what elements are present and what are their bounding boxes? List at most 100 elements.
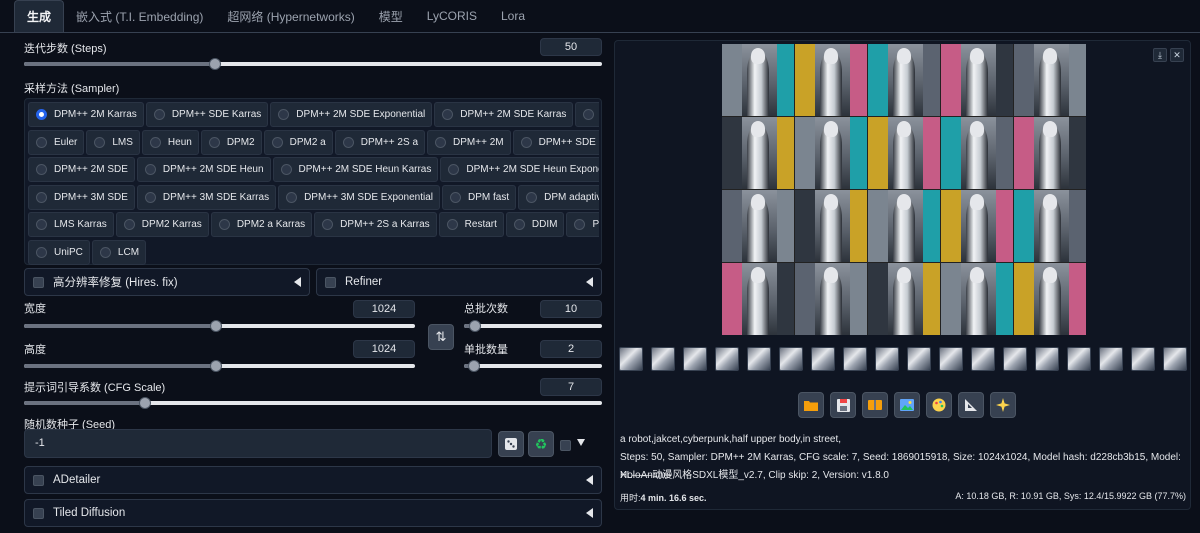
sampler-option[interactable]: DPM++ 2S a	[334, 129, 426, 155]
thumbnail[interactable]	[875, 347, 899, 371]
sampler-option[interactable]: DPM++ 2M SDE	[28, 157, 135, 182]
collapse-arrow-icon[interactable]	[586, 277, 593, 287]
batch-size-input[interactable]: 2	[540, 340, 602, 358]
sampler-option[interactable]: DPM adaptive	[518, 184, 599, 210]
tab-models[interactable]: 模型	[367, 0, 415, 32]
open-folder-button[interactable]	[798, 392, 824, 418]
hires-fix-accordion[interactable]: 高分辨率修复 (Hires. fix)	[24, 268, 310, 296]
thumbnail[interactable]	[1131, 347, 1155, 371]
output-image[interactable]	[722, 44, 794, 116]
sampler-option[interactable]: UniPC	[28, 239, 90, 265]
thumbnail[interactable]	[715, 347, 739, 371]
output-image[interactable]	[868, 117, 940, 189]
collapse-arrow-icon[interactable]	[586, 475, 593, 485]
refiner-checkbox[interactable]	[325, 276, 336, 288]
radio-dot[interactable]	[322, 219, 334, 230]
slider-handle[interactable]	[469, 320, 482, 332]
sampler-option[interactable]: PLMS	[566, 212, 599, 237]
sampler-option[interactable]: DPM++ 2S a Karras	[314, 212, 437, 237]
batch-size-slider[interactable]	[464, 360, 602, 372]
output-image[interactable]	[868, 44, 940, 116]
send-to-img2img-button[interactable]	[894, 392, 920, 418]
thumbnail[interactable]	[747, 347, 771, 371]
radio-dot[interactable]	[280, 164, 292, 175]
batch-count-input[interactable]: 10	[540, 300, 602, 318]
thumbnail[interactable]	[811, 347, 835, 371]
radio-dot[interactable]	[442, 109, 454, 120]
height-input[interactable]: 1024	[353, 340, 415, 358]
radio-dot[interactable]	[36, 109, 47, 120]
output-image[interactable]	[868, 263, 940, 335]
slider-handle[interactable]	[209, 320, 222, 332]
output-image[interactable]	[722, 263, 794, 335]
collapse-arrow-icon[interactable]	[294, 277, 301, 287]
tiled-diffusion-accordion[interactable]: Tiled Diffusion	[24, 499, 602, 527]
radio-dot[interactable]	[583, 109, 595, 120]
output-image[interactable]	[941, 263, 1013, 335]
download-button[interactable]: ⤓	[1153, 48, 1167, 62]
steps-input[interactable]: 50	[540, 38, 602, 56]
tab-generate[interactable]: 生成	[14, 0, 65, 32]
output-image[interactable]	[722, 117, 794, 189]
adetailer-accordion[interactable]: ADetailer	[24, 466, 602, 494]
tab-hypernetworks[interactable]: 超网络 (Hypernetworks)	[215, 0, 366, 32]
sampler-option[interactable]: DPM++ 2M SDE Karras	[434, 102, 574, 127]
slider-handle[interactable]	[209, 360, 222, 372]
close-button[interactable]: ✕	[1170, 48, 1184, 62]
cfg-input[interactable]: 7	[540, 378, 602, 396]
thumbnail[interactable]	[1163, 347, 1187, 371]
extra-seed-arrow-icon[interactable]	[577, 439, 585, 446]
radio-dot[interactable]	[218, 219, 230, 230]
tiled-diffusion-checkbox[interactable]	[33, 507, 44, 519]
tab-lycoris[interactable]: LyCORIS	[415, 0, 489, 32]
radio-dot[interactable]	[435, 136, 447, 148]
height-slider[interactable]	[24, 360, 415, 372]
radio-dot[interactable]	[574, 219, 586, 230]
radio-dot[interactable]	[144, 191, 156, 203]
thumbnail[interactable]	[651, 347, 675, 371]
sampler-option[interactable]: LMS	[86, 129, 140, 155]
zip-button[interactable]	[862, 392, 888, 418]
output-image[interactable]	[868, 190, 940, 262]
sampler-option[interactable]: LCM	[91, 239, 147, 265]
send-to-extras-button[interactable]	[958, 392, 984, 418]
seed-input[interactable]: -1	[24, 429, 492, 458]
sampler-option[interactable]: DPM2 a Karras	[210, 212, 313, 237]
sampler-option[interactable]: DPM2 Karras	[115, 212, 209, 237]
extra-seed-checkbox[interactable]	[560, 440, 571, 451]
thumbnail[interactable]	[971, 347, 995, 371]
reuse-seed-button[interactable]: ♻	[528, 431, 554, 457]
sampler-option[interactable]: DPM++ 2M	[427, 129, 511, 155]
thumbnail[interactable]	[907, 347, 931, 371]
radio-dot[interactable]	[342, 136, 354, 148]
output-image[interactable]	[1014, 263, 1086, 335]
thumbnail[interactable]	[843, 347, 867, 371]
refiner-accordion[interactable]: Refiner	[316, 268, 602, 296]
output-image[interactable]	[941, 117, 1013, 189]
sampler-option[interactable]: DPM++ 3M SDE	[28, 184, 135, 210]
radio-dot[interactable]	[123, 219, 135, 230]
sampler-option[interactable]: DPM++ 3M SDE Exponential	[278, 184, 441, 210]
output-image[interactable]	[795, 263, 867, 335]
thumbnail[interactable]	[619, 347, 643, 371]
radio-dot[interactable]	[144, 164, 156, 175]
radio-dot[interactable]	[513, 219, 525, 230]
output-image[interactable]	[795, 44, 867, 116]
radio-dot[interactable]	[36, 164, 47, 175]
tab-embedding[interactable]: 嵌入式 (T.I. Embedding)	[64, 0, 215, 32]
sampler-option[interactable]: DPM2	[200, 129, 262, 155]
output-image-grid[interactable]	[722, 44, 1086, 335]
radio-dot[interactable]	[149, 136, 161, 148]
sampler-option[interactable]: DPM++ 2M SDE Heun	[136, 157, 271, 182]
radio-dot[interactable]	[36, 219, 47, 230]
random-seed-button[interactable]	[498, 431, 524, 457]
radio-dot[interactable]	[286, 191, 298, 203]
output-image[interactable]	[941, 44, 1013, 116]
thumbnail[interactable]	[939, 347, 963, 371]
steps-slider[interactable]	[24, 58, 602, 70]
send-to-inpaint-button[interactable]	[926, 392, 952, 418]
sampler-option[interactable]: DPM++ SDE Karras	[145, 102, 269, 127]
sampler-option[interactable]: DPM++ 3M SDE Karras	[136, 184, 277, 210]
thumbnail[interactable]	[1099, 347, 1123, 371]
radio-dot[interactable]	[446, 219, 458, 230]
